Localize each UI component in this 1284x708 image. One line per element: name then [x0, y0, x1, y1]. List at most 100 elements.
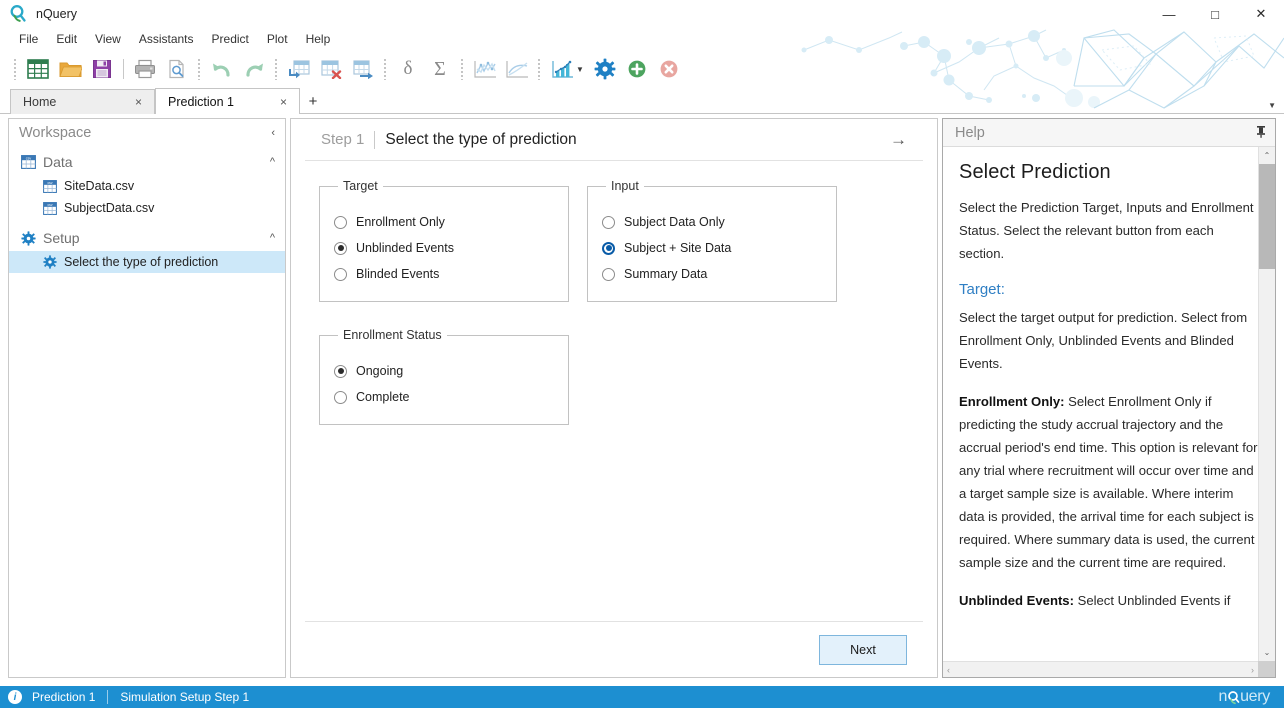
delta-icon[interactable]: δ — [393, 54, 423, 84]
print-icon[interactable] — [130, 54, 160, 84]
csv-file-icon: csv — [43, 179, 57, 193]
add-green-icon[interactable] — [622, 54, 652, 84]
scroll-up-arrow-icon[interactable]: ⌃ — [1259, 147, 1275, 164]
chart-dropdown-caret-icon[interactable]: ▼ — [576, 65, 584, 74]
insert-row-icon[interactable] — [284, 54, 314, 84]
brand-prefix: n — [1218, 688, 1228, 705]
new-table-icon[interactable] — [23, 54, 53, 84]
sigma-icon[interactable]: Σ — [425, 54, 455, 84]
help-target-description: Select the target output for prediction.… — [959, 310, 1248, 371]
tree-group-setup-caret-icon[interactable]: ^ — [270, 232, 275, 244]
target-group-legend: Target — [343, 179, 378, 193]
radio-subject-data-only-indicator[interactable] — [602, 215, 615, 229]
help-panel-title: Help — [955, 124, 985, 141]
radio-enrollment-only-indicator[interactable] — [334, 215, 347, 229]
scroll-left-arrow-icon[interactable]: ‹ — [947, 665, 950, 675]
pin-icon[interactable] — [1255, 125, 1267, 141]
radio-ongoing[interactable]: Ongoing — [334, 358, 554, 384]
tree-item-sitedata[interactable]: csv SiteData.csv — [9, 175, 285, 197]
remove-red-icon[interactable] — [654, 54, 684, 84]
tree-group-setup[interactable]: Setup ^ — [9, 225, 285, 251]
status-bar: i Prediction 1 Simulation Setup Step 1 n… — [0, 686, 1284, 708]
next-step-arrow-icon[interactable]: → — [890, 130, 907, 150]
collapse-sidebar-icon[interactable]: ‹ — [271, 127, 275, 139]
radio-ongoing-indicator[interactable] — [334, 364, 347, 378]
menu-help[interactable]: Help — [297, 29, 340, 49]
tree-group-data[interactable]: csv Data ^ — [9, 149, 285, 175]
scroll-down-arrow-icon[interactable]: ⌄ — [1259, 644, 1275, 661]
help-panel: Help Select Prediction Select the Predic… — [942, 118, 1276, 678]
radio-blinded-events-indicator[interactable] — [334, 267, 347, 281]
help-unblinded-events-paragraph: Unblinded Events: Select Unblinded Event… — [959, 589, 1259, 612]
move-row-icon[interactable] — [348, 54, 378, 84]
tree-item-sitedata-label: SiteData.csv — [64, 179, 135, 193]
workspace-tree: csv Data ^ csv SiteData.csv csv SubjectD… — [9, 147, 285, 273]
toolbar: δ Σ ▼ — [0, 50, 1284, 88]
help-horizontal-scrollbar[interactable]: ‹ › — [943, 661, 1258, 677]
radio-blinded-events[interactable]: Blinded Events — [334, 261, 554, 287]
radio-unblinded-events[interactable]: Unblinded Events — [334, 235, 554, 261]
settings-gear-icon[interactable] — [590, 54, 620, 84]
radio-summary-data[interactable]: Summary Data — [602, 261, 822, 287]
radio-unblinded-events-indicator[interactable] — [334, 241, 347, 255]
help-enrollment-only-term: Enrollment Only: — [959, 394, 1065, 409]
minimize-button[interactable]: — — [1146, 0, 1192, 28]
status-context: Prediction 1 — [32, 690, 96, 704]
gear-icon — [43, 255, 57, 269]
tree-item-subjectdata[interactable]: csv SubjectData.csv — [9, 197, 285, 219]
menu-file[interactable]: File — [10, 29, 47, 49]
step-number: Step 1 — [321, 131, 365, 148]
main-body: Workspace ‹ csv Data ^ csv SiteData.csv … — [0, 112, 1284, 686]
tab-home-close-icon[interactable]: × — [131, 95, 146, 109]
help-section-target: Target: — [959, 281, 1005, 298]
radio-summary-data-indicator[interactable] — [602, 267, 615, 281]
tree-group-data-caret-icon[interactable]: ^ — [270, 156, 275, 168]
radio-subject-site-data[interactable]: Subject + Site Data — [602, 235, 822, 261]
menu-edit[interactable]: Edit — [47, 29, 86, 49]
open-folder-icon[interactable] — [55, 54, 85, 84]
tab-overflow-caret-icon[interactable]: ▼ — [1268, 101, 1276, 110]
undo-icon[interactable] — [207, 54, 237, 84]
help-heading: Select Prediction — [959, 161, 1111, 183]
step-header: Step 1 Select the type of prediction → — [305, 119, 923, 161]
help-vertical-scrollbar[interactable]: ⌃ ⌄ — [1258, 147, 1275, 661]
save-floppy-icon[interactable] — [87, 54, 117, 84]
new-tab-button[interactable]: + — [300, 89, 326, 114]
help-header: Help — [943, 119, 1275, 147]
menu-plot[interactable]: Plot — [258, 29, 297, 49]
redo-icon[interactable] — [239, 54, 269, 84]
help-unblinded-events-description: Select Unblinded Events if — [1073, 593, 1231, 608]
radio-complete[interactable]: Complete — [334, 384, 554, 410]
tab-home-label: Home — [23, 95, 57, 109]
menu-predict[interactable]: Predict — [203, 29, 258, 49]
curve-plot-icon[interactable] — [502, 54, 532, 84]
wizard-panel: Step 1 Select the type of prediction → T… — [290, 118, 938, 678]
radio-subject-site-data-indicator[interactable] — [602, 241, 615, 255]
line-plot-icon[interactable] — [470, 54, 500, 84]
maximize-button[interactable]: □ — [1192, 0, 1238, 28]
toolbar-grip-5 — [460, 58, 465, 80]
tree-item-select-type-of-prediction[interactable]: Select the type of prediction — [9, 251, 285, 273]
csv-file-icon: csv — [43, 201, 57, 215]
svg-text:csv: csv — [26, 156, 32, 160]
next-button[interactable]: Next — [819, 634, 907, 665]
tab-home[interactable]: Home × — [10, 89, 155, 114]
menu-view[interactable]: View — [86, 29, 130, 49]
help-intro: Select the Prediction Target, Inputs and… — [959, 200, 1254, 261]
tab-prediction-1[interactable]: Prediction 1 × — [155, 88, 300, 114]
radio-blinded-events-label: Blinded Events — [356, 267, 440, 281]
input-group: Input Subject Data Only Subject + Site D… — [587, 179, 837, 302]
bar-chart-icon[interactable] — [547, 54, 577, 84]
menu-assistants[interactable]: Assistants — [130, 29, 203, 49]
help-scroll-thumb[interactable] — [1259, 164, 1275, 269]
input-group-legend: Input — [611, 179, 639, 193]
scroll-right-arrow-icon[interactable]: › — [1251, 665, 1254, 675]
close-button[interactable]: ✕ — [1238, 0, 1284, 28]
print-preview-icon[interactable] — [162, 54, 192, 84]
radio-complete-indicator[interactable] — [334, 390, 347, 404]
delete-row-icon[interactable] — [316, 54, 346, 84]
tab-prediction-1-close-icon[interactable]: × — [276, 95, 291, 109]
workspace-title: Workspace — [19, 125, 92, 141]
radio-subject-data-only[interactable]: Subject Data Only — [602, 209, 822, 235]
radio-enrollment-only[interactable]: Enrollment Only — [334, 209, 554, 235]
